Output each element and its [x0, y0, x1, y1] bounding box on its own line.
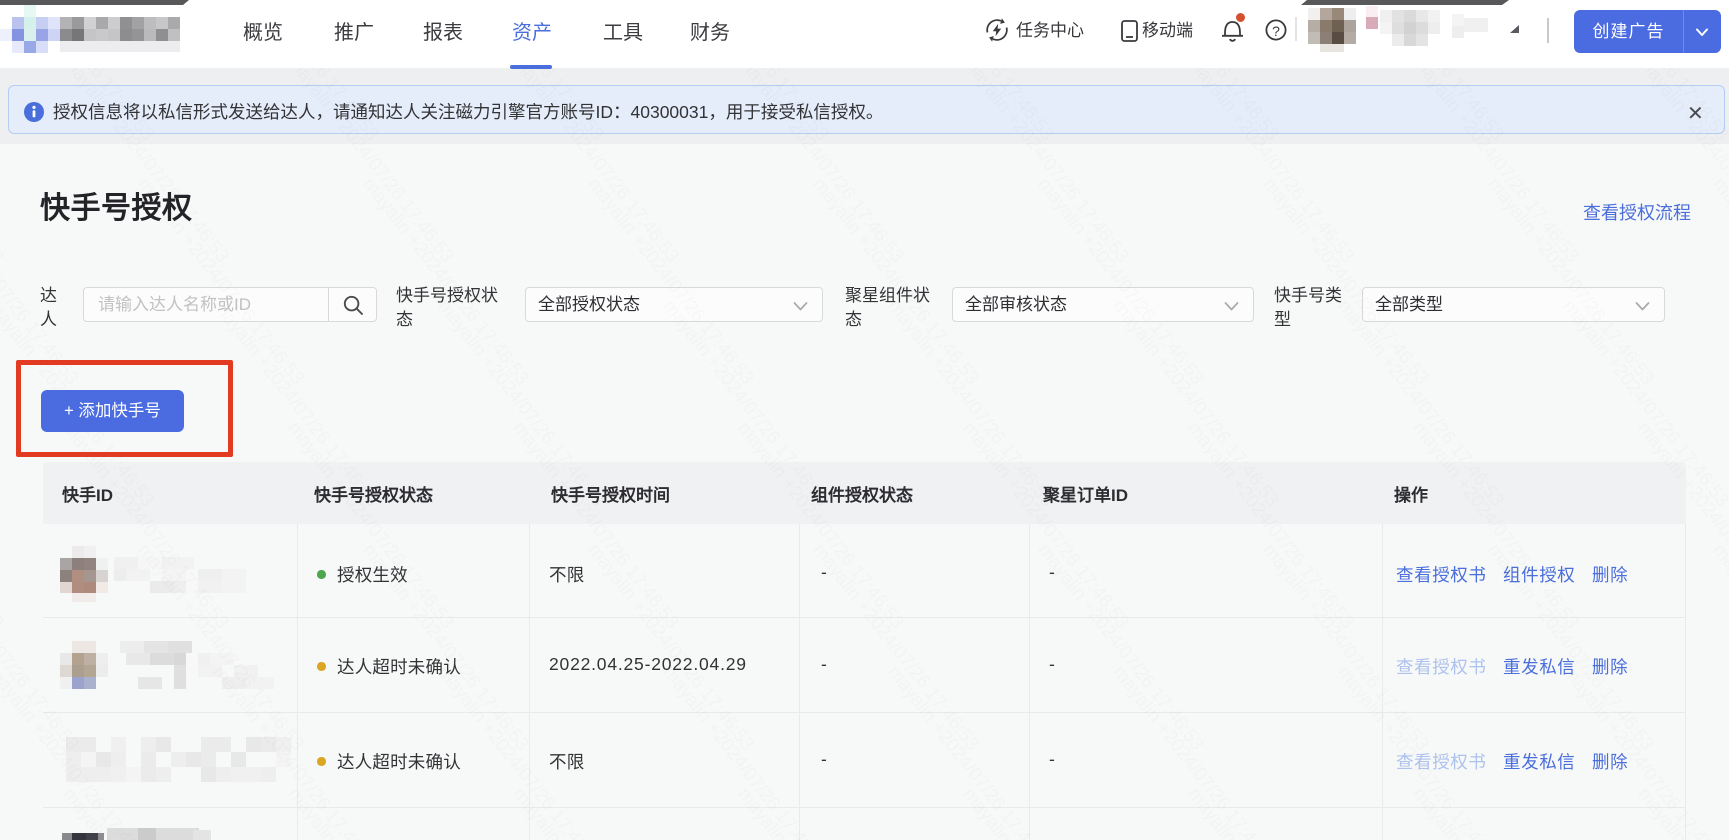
svg-text:?: ?: [1272, 23, 1280, 39]
